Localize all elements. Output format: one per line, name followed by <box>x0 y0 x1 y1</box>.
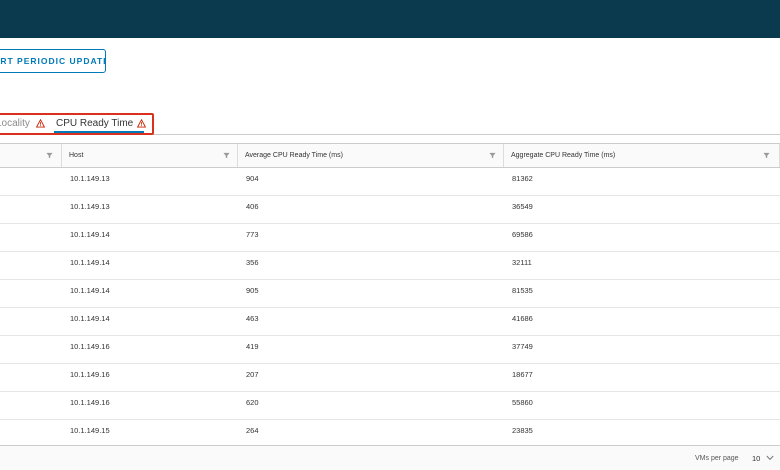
table-row[interactable]: 10.1.149.16 419 37749 <box>0 336 780 364</box>
cell-host: 10.1.149.13 <box>70 174 110 183</box>
table-row[interactable]: 10.1.149.14 905 81535 <box>0 280 780 308</box>
cell-agg-cpu-ready: 36549 <box>512 202 533 211</box>
cell-agg-cpu-ready: 18677 <box>512 370 533 379</box>
cell-host: 10.1.149.15 <box>70 426 110 435</box>
table-row[interactable]: 10.1.149.15 264 23835 <box>0 420 780 448</box>
filter-icon[interactable] <box>223 152 230 159</box>
start-periodic-update-button[interactable]: START PERIODIC UPDATE <box>0 49 106 73</box>
cell-agg-cpu-ready: 69586 <box>512 230 533 239</box>
filter-icon[interactable] <box>763 152 770 159</box>
table-row[interactable]: 10.1.149.14 773 69586 <box>0 224 780 252</box>
cell-agg-cpu-ready: 23835 <box>512 426 533 435</box>
cell-avg-cpu-ready: 905 <box>246 286 259 295</box>
column-header-avg-cpu-ready[interactable]: Average CPU Ready Time (ms) <box>237 144 503 167</box>
per-page-select[interactable]: 10 <box>752 454 760 463</box>
cell-avg-cpu-ready: 904 <box>246 174 259 183</box>
cell-agg-cpu-ready: 37749 <box>512 342 533 351</box>
cell-avg-cpu-ready: 406 <box>246 202 259 211</box>
cell-avg-cpu-ready: 463 <box>246 314 259 323</box>
cell-avg-cpu-ready: 356 <box>246 258 259 267</box>
cell-host: 10.1.149.16 <box>70 398 110 407</box>
table-row[interactable]: 10.1.149.16 207 18677 <box>0 364 780 392</box>
table-row[interactable]: 10.1.149.13 904 81362 <box>0 168 780 196</box>
table-row[interactable]: 10.1.149.16 620 55860 <box>0 392 780 420</box>
cell-host: 10.1.149.14 <box>70 314 110 323</box>
cell-agg-cpu-ready: 81535 <box>512 286 533 295</box>
cell-agg-cpu-ready: 32111 <box>512 258 532 267</box>
column-header-agg-cpu-ready[interactable]: Aggregate CPU Ready Time (ms) <box>503 144 780 167</box>
cell-host: 10.1.149.16 <box>70 370 110 379</box>
cell-host: 10.1.149.14 <box>70 286 110 295</box>
cell-host: 10.1.149.13 <box>70 202 110 211</box>
chevron-down-icon[interactable] <box>766 455 774 461</box>
cell-avg-cpu-ready: 419 <box>246 342 259 351</box>
header-bar <box>0 0 780 38</box>
cell-agg-cpu-ready: 55860 <box>512 398 533 407</box>
cell-agg-cpu-ready: 81362 <box>512 174 533 183</box>
datagrid-footer: VMs per page 10 <box>0 445 780 470</box>
table-row[interactable]: 10.1.149.14 356 32111 <box>0 252 780 280</box>
filter-icon[interactable] <box>489 152 496 159</box>
cell-avg-cpu-ready: 620 <box>246 398 259 407</box>
cell-agg-cpu-ready: 41686 <box>512 314 533 323</box>
cell-avg-cpu-ready: 264 <box>246 426 259 435</box>
cell-host: 10.1.149.14 <box>70 230 110 239</box>
vm-datagrid: Host Average CPU Ready Time (ms) Aggrega… <box>0 143 780 470</box>
datagrid-body: 10.1.149.13 904 81362 10.1.149.13 406 36549 … <box>0 168 780 448</box>
filter-icon[interactable] <box>46 152 53 159</box>
annotation-highlight <box>0 113 154 135</box>
cell-avg-cpu-ready: 207 <box>246 370 259 379</box>
cell-avg-cpu-ready: 773 <box>246 230 259 239</box>
cell-host: 10.1.149.14 <box>70 258 110 267</box>
cell-host: 10.1.149.16 <box>70 342 110 351</box>
table-row[interactable]: 10.1.149.13 406 36549 <box>0 196 780 224</box>
per-page-label: VMs per page <box>695 455 739 462</box>
datagrid-header: Host Average CPU Ready Time (ms) Aggrega… <box>0 144 780 168</box>
column-header-host[interactable]: Host <box>61 144 237 167</box>
table-row[interactable]: 10.1.149.14 463 41686 <box>0 308 780 336</box>
